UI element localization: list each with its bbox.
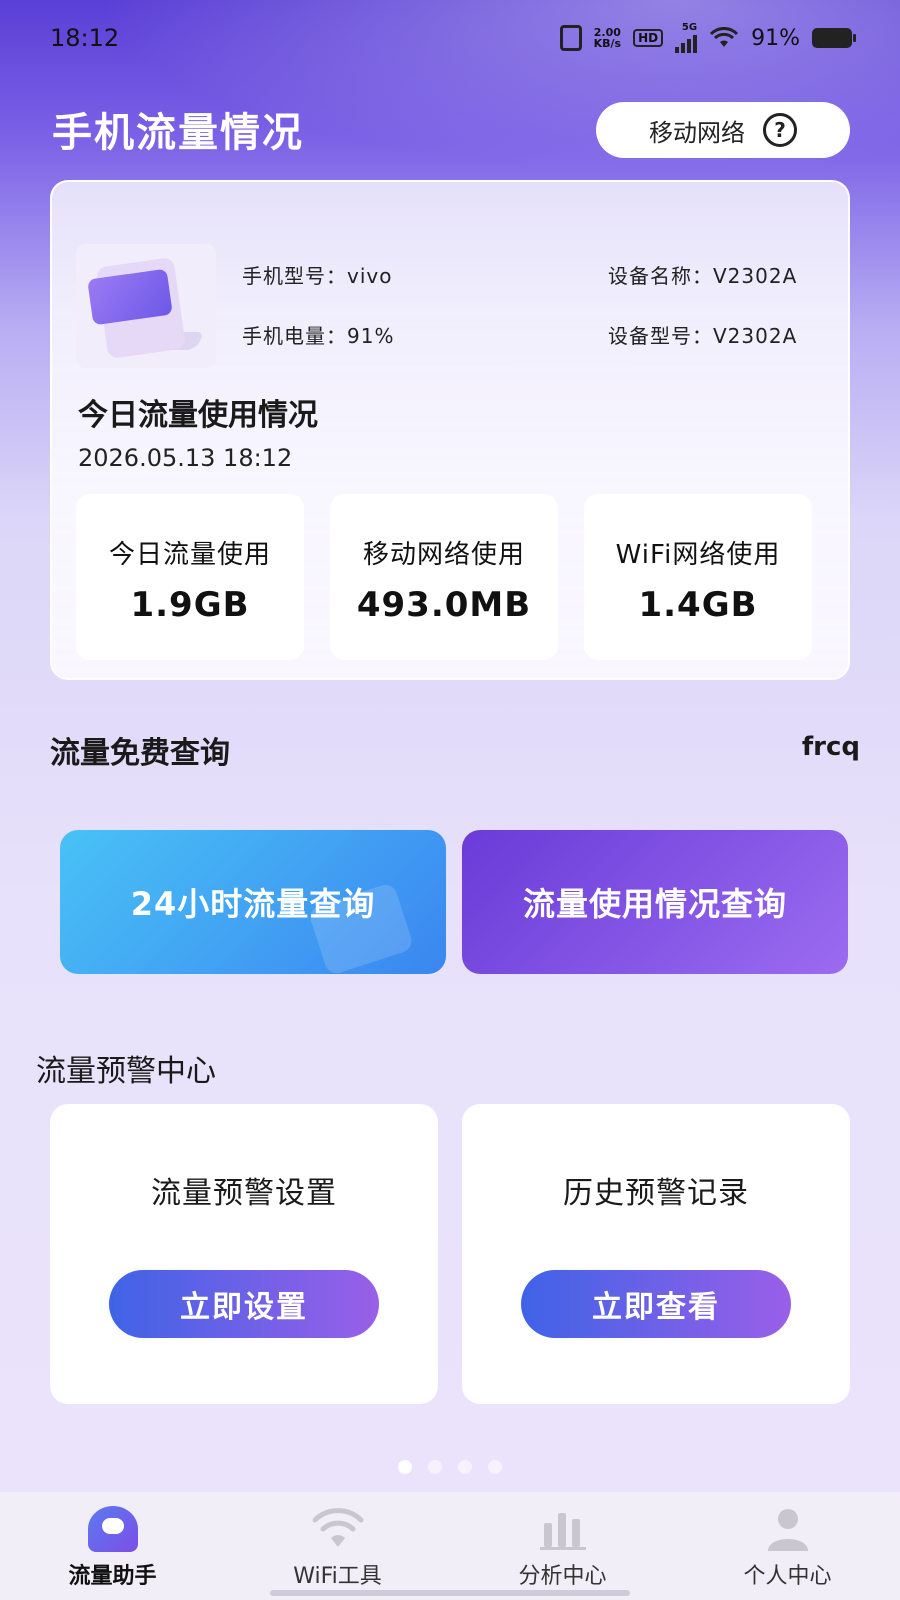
person-icon: [675, 1502, 900, 1556]
battery-percent: 91%: [751, 25, 800, 51]
today-usage-title: 今日流量使用情况: [78, 398, 318, 433]
warning-history-title: 历史预警记录: [563, 1176, 749, 1211]
stat-mobile-usage: 移动网络使用 493.0MB: [330, 494, 558, 660]
nav-label: 个人中心: [743, 1564, 832, 1589]
stat-today-usage: 今日流量使用 1.9GB: [76, 494, 304, 660]
nav-item-analysis[interactable]: 分析中心: [450, 1502, 675, 1590]
home-indicator[interactable]: [270, 1590, 630, 1596]
wifi-status-icon: [709, 27, 739, 49]
device-info-card: 手机型号：vivo 手机电量：91% 设备名称：V2302A 设备型号：V230…: [50, 180, 850, 680]
help-icon[interactable]: ?: [763, 113, 797, 147]
bottom-navigation: 流量助手 WiFi工具 分析中心 个人中心: [0, 1492, 900, 1600]
free-query-code: frcq: [801, 732, 860, 762]
phone-battery: 手机电量：91%: [242, 324, 395, 348]
query-usage-label: 流量使用情况查询: [522, 885, 787, 923]
nav-label: 流量助手: [68, 1564, 157, 1589]
pager-dot[interactable]: [428, 1460, 442, 1474]
device-name: 设备名称：V2302A: [608, 264, 798, 288]
stat-wifi-usage: WiFi网络使用 1.4GB: [584, 494, 812, 660]
page-title: 手机流量情况: [52, 110, 304, 156]
chart-icon: [450, 1502, 675, 1556]
warning-center-title: 流量预警中心: [36, 1054, 216, 1089]
hd-icon: HD: [633, 29, 664, 47]
device-model: 设备型号：V2302A: [608, 324, 798, 348]
network-type: 5G: [681, 22, 698, 33]
query-usage-button[interactable]: 流量使用情况查询: [462, 830, 848, 974]
network-type-label: 移动网络: [649, 118, 745, 147]
warning-history-card: 历史预警记录 立即查看: [462, 1104, 850, 1404]
signal-icon: 5G: [675, 22, 698, 53]
phone-illustration-icon: [76, 244, 216, 368]
today-datetime: 2026.05.13 18:12: [78, 444, 293, 472]
status-time: 18:12: [50, 24, 120, 52]
vibrate-icon: [559, 25, 582, 51]
assistant-icon: [87, 1506, 138, 1552]
free-query-title: 流量免费查询: [50, 736, 230, 771]
stat-label: 移动网络使用: [362, 540, 525, 570]
nav-label: WiFi工具: [293, 1564, 382, 1589]
network-speed: 2.00 KB/s: [593, 26, 622, 50]
warning-settings-card: 流量预警设置 立即设置: [50, 1104, 438, 1404]
stat-value: 1.4GB: [638, 585, 758, 625]
pager-dot[interactable]: [458, 1460, 472, 1474]
battery-icon: [812, 28, 856, 48]
nav-item-wifi-tools[interactable]: WiFi工具: [225, 1502, 450, 1590]
phone-model: 手机型号：vivo: [242, 264, 393, 288]
stat-label: WiFi网络使用: [615, 540, 781, 570]
nav-label: 分析中心: [518, 1564, 607, 1589]
pager-dots: [0, 1460, 900, 1474]
status-bar: 18:12 2.00 KB/s HD 5G 91%: [0, 0, 900, 76]
query-24h-button[interactable]: 24小时流量查询: [60, 830, 446, 974]
stat-label: 今日流量使用: [108, 540, 271, 570]
view-now-button[interactable]: 立即查看: [521, 1270, 791, 1338]
query-24h-label: 24小时流量查询: [130, 885, 376, 923]
status-icons: 2.00 KB/s HD 5G 91%: [559, 22, 856, 53]
warning-settings-title: 流量预警设置: [151, 1176, 337, 1211]
nav-item-assistant[interactable]: 流量助手: [0, 1502, 225, 1590]
nav-item-profile[interactable]: 个人中心: [675, 1502, 900, 1590]
set-now-button[interactable]: 立即设置: [109, 1270, 379, 1338]
pager-dot[interactable]: [488, 1460, 502, 1474]
pager-dot[interactable]: [398, 1460, 412, 1474]
network-type-button[interactable]: 移动网络 ?: [596, 102, 850, 158]
wifi-icon: [225, 1502, 450, 1556]
stat-value: 493.0MB: [356, 585, 532, 625]
stat-value: 1.9GB: [130, 585, 250, 625]
